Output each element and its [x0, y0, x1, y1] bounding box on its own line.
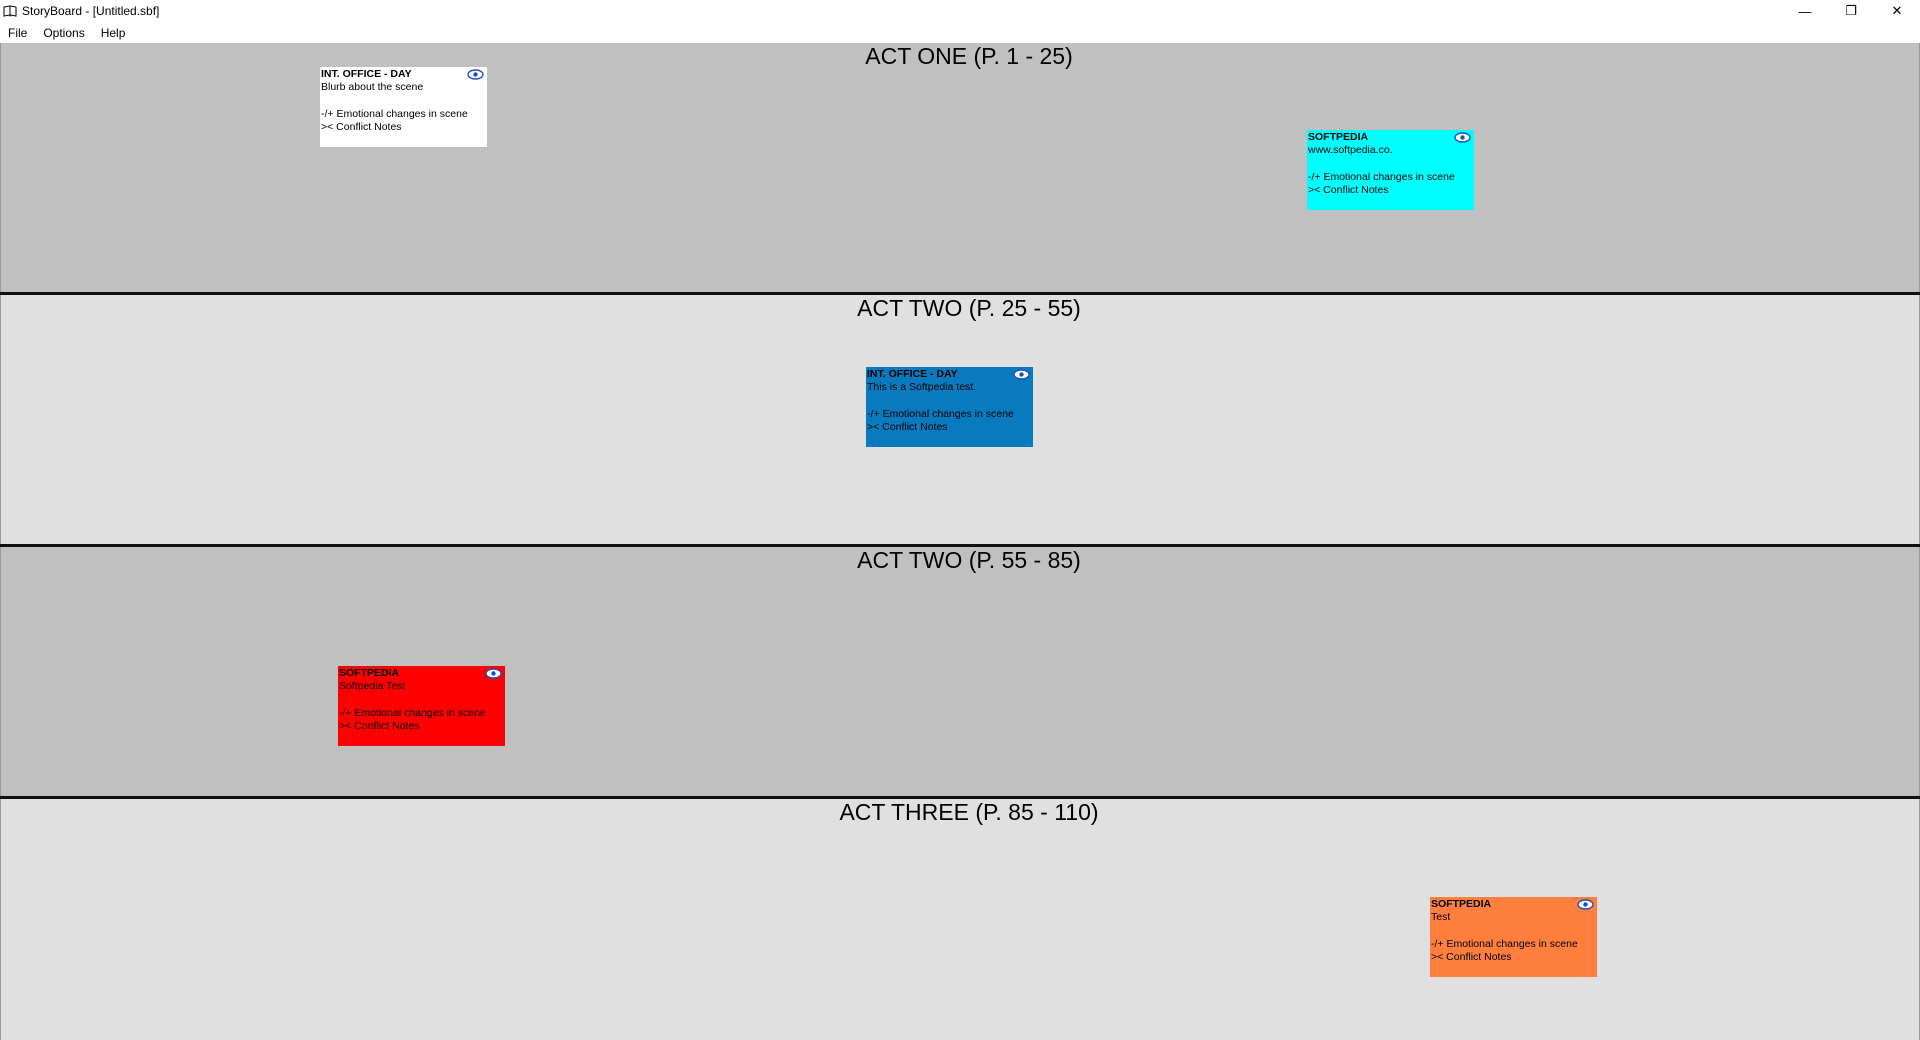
scene-blurb: This is a Softpedia test. [867, 381, 977, 394]
scene-emotion: -/+ Emotional changes in scene [867, 407, 1014, 420]
scene-emotion: -/+ Emotional changes in scene [339, 706, 486, 719]
window-controls: — ❐ ✕ [1782, 0, 1920, 22]
close-button[interactable]: ✕ [1874, 0, 1920, 22]
menu-file[interactable]: File [0, 26, 35, 40]
scene-emotion: -/+ Emotional changes in scene [321, 107, 468, 120]
card-spacer [339, 694, 504, 707]
act-panel-1[interactable]: ACT ONE (P. 1 - 25) [0, 43, 1920, 292]
scene-conflict: >< Conflict Notes [321, 121, 402, 134]
scene-conflict: >< Conflict Notes [339, 720, 420, 733]
scene-emotion: -/+ Emotional changes in scene [1308, 170, 1455, 183]
eye-icon[interactable] [1577, 899, 1594, 910]
card-spacer [867, 395, 1032, 408]
eye-icon[interactable] [1013, 369, 1030, 380]
scene-conflict: >< Conflict Notes [1431, 951, 1512, 964]
act-panel-3[interactable]: ACT TWO (P. 55 - 85) [0, 547, 1920, 796]
act-title: ACT TWO (P. 55 - 85) [857, 547, 1081, 573]
window-title: StoryBoard - [Untitled.sbf] [22, 4, 160, 18]
scene-card[interactable]: SOFTPEDIA Test -/+ Emotional changes in … [1430, 897, 1597, 977]
act-title: ACT TWO (P. 25 - 55) [857, 295, 1081, 321]
menu-help[interactable]: Help [93, 26, 134, 40]
restore-button[interactable]: ❐ [1828, 0, 1874, 22]
title-bar: StoryBoard - [Untitled.sbf] — ❐ ✕ [0, 0, 1920, 22]
scene-heading: SOFTPEDIA [1431, 898, 1492, 910]
book-icon[interactable] [3, 4, 17, 18]
card-spacer [1308, 158, 1473, 171]
scene-conflict: >< Conflict Notes [1308, 184, 1389, 197]
scene-heading: SOFTPEDIA [339, 667, 400, 679]
act-title: ACT ONE (P. 1 - 25) [865, 43, 1073, 69]
eye-icon[interactable] [1454, 132, 1471, 143]
scene-blurb: Blurb about the scene [321, 81, 424, 94]
storyboard-canvas: ACT ONE (P. 1 - 25) ACT TWO (P. 25 - 55)… [0, 43, 1920, 1040]
scene-emotion: -/+ Emotional changes in scene [1431, 937, 1578, 950]
act-title: ACT THREE (P. 85 - 110) [839, 799, 1099, 825]
menu-options[interactable]: Options [35, 26, 92, 40]
scene-card[interactable]: SOFTPEDIA Softpedia Test -/+ Emotional c… [338, 666, 505, 746]
minimize-button[interactable]: — [1782, 0, 1828, 22]
scene-heading: INT. OFFICE - DAY [867, 368, 958, 380]
eye-icon[interactable] [485, 668, 502, 679]
scene-conflict: >< Conflict Notes [867, 421, 948, 434]
card-spacer [1431, 925, 1596, 938]
card-spacer [321, 95, 486, 108]
scene-card[interactable]: INT. OFFICE - DAY This is a Softpedia te… [866, 367, 1033, 447]
menu-bar: File Options Help [0, 22, 1920, 43]
scene-blurb: www.softpedia.co. [1308, 144, 1393, 157]
scene-heading: SOFTPEDIA [1308, 131, 1369, 143]
scene-card[interactable]: SOFTPEDIA www.softpedia.co. -/+ Emotiona… [1307, 130, 1474, 210]
eye-icon[interactable] [467, 69, 484, 80]
scene-blurb: Softpedia Test [339, 680, 406, 693]
scene-blurb: Test [1431, 911, 1451, 924]
scene-card[interactable]: INT. OFFICE - DAY Blurb about the scene … [320, 67, 487, 147]
scene-heading: INT. OFFICE - DAY [321, 68, 412, 80]
act-panel-4[interactable]: ACT THREE (P. 85 - 110) [0, 799, 1920, 1040]
